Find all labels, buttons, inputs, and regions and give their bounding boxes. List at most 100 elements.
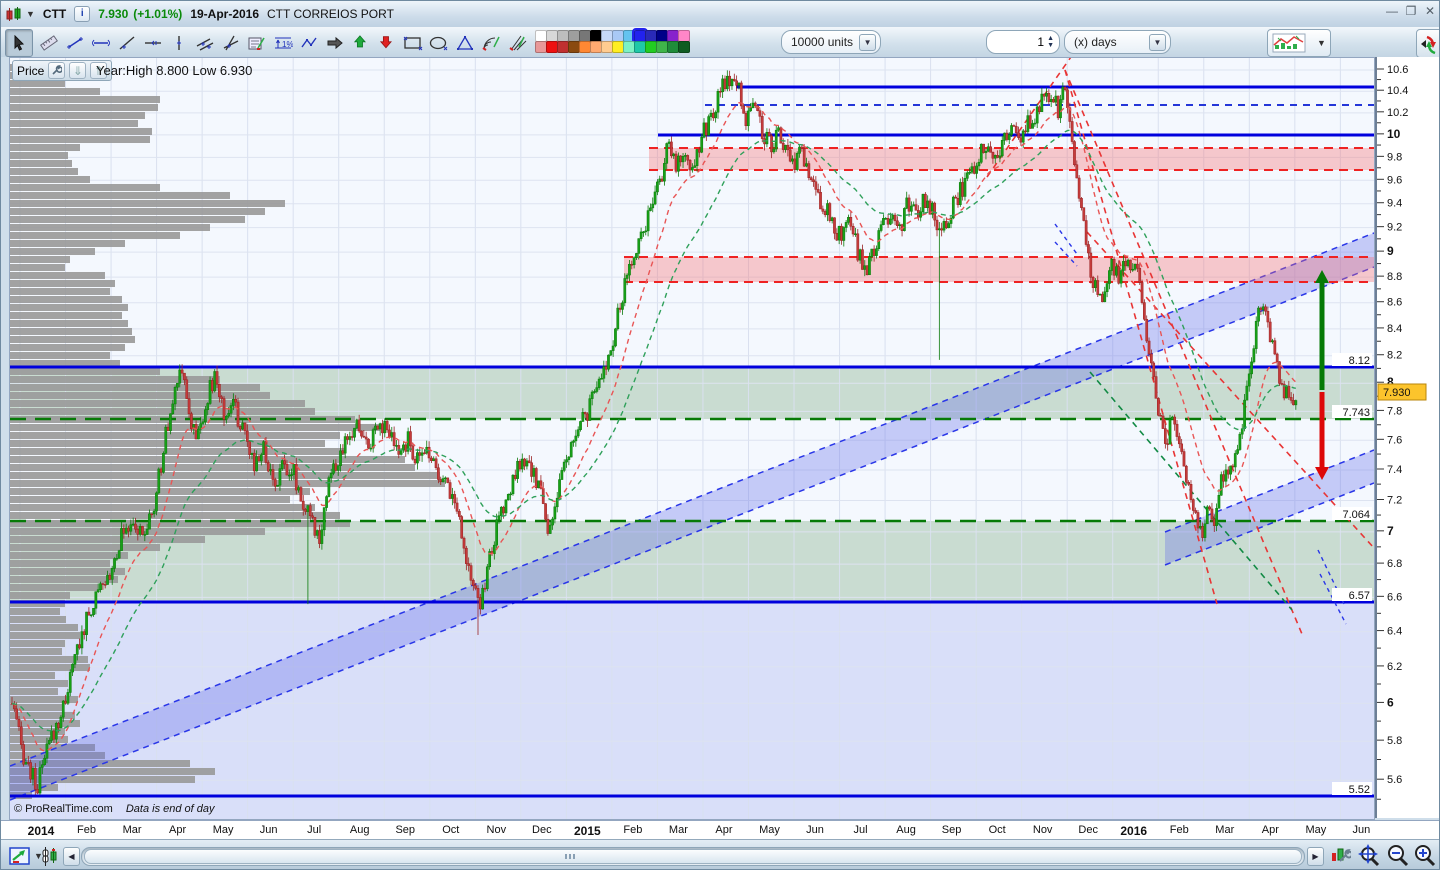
info-icon[interactable]: i xyxy=(74,6,91,22)
display-mode-icon xyxy=(9,847,30,865)
vertical-line-tool[interactable] xyxy=(165,29,193,57)
time-scrollbar[interactable] xyxy=(81,847,1305,866)
zoom-fit-button[interactable] xyxy=(1356,844,1382,868)
scroll-right-button[interactable]: ▶ xyxy=(1307,847,1324,866)
ruler-tool[interactable] xyxy=(35,29,63,57)
time-axis-label: Jun xyxy=(806,824,824,836)
quote-date: 19-Apr-2016 xyxy=(190,7,260,21)
volume-profile-bar xyxy=(10,96,160,103)
arrow-right-tool[interactable] xyxy=(321,29,349,57)
data-note: Data is end of day xyxy=(125,803,215,815)
arrow-up-tool[interactable] xyxy=(347,29,375,57)
volume-profile-bar xyxy=(10,240,125,247)
trendline-tool[interactable] xyxy=(113,29,141,57)
collapse-panel-tab[interactable] xyxy=(1416,29,1439,58)
color-palette xyxy=(535,28,690,53)
restore-icon[interactable]: ❐ xyxy=(1404,4,1418,18)
volume-profile-bar xyxy=(10,664,90,671)
zoom-fit-icon xyxy=(1358,844,1380,867)
ellipse-tool[interactable] xyxy=(425,29,453,57)
chevron-down-icon[interactable]: ▼ xyxy=(1149,33,1166,51)
time-axis-label: Feb xyxy=(1169,824,1189,836)
candlestick-chart[interactable]: 8.12 7.743 7.064 6.57 5.52 xyxy=(9,43,1375,819)
chart-settings-icon xyxy=(1332,848,1351,862)
color-swatch[interactable] xyxy=(678,41,690,53)
segment-tool[interactable] xyxy=(61,29,89,57)
horizontal-ray-tool[interactable] xyxy=(139,29,167,57)
year-high-low: Year:High 8.800 Low 6.930 xyxy=(96,63,253,78)
time-axis-label: Dec xyxy=(532,824,552,836)
timeframe-select[interactable]: (x) days ▼ xyxy=(1064,30,1171,54)
zoom-out-button[interactable] xyxy=(1386,844,1410,868)
trading-app-window: ▼ CTT i 7.930 (+1.01%) 19-Apr-2016 CTT C… xyxy=(0,0,1440,870)
volume-profile-bar xyxy=(10,144,80,151)
triangle-tool[interactable] xyxy=(451,29,479,57)
chart-area: 8.12 7.743 7.064 6.57 5.52 Price ⇓ ⇑ Year:Hi… xyxy=(1,43,1439,842)
volume-profile-bar xyxy=(10,560,110,567)
pointer-tool[interactable] xyxy=(5,29,33,57)
price-axis[interactable]: 5.6 5.8 6 6.2 6.4 6.6 6.8 7 7.2 7.4 7.6 7.8 8 8.2 8.4 8… xyxy=(1375,57,1439,818)
wrench-icon[interactable] xyxy=(48,62,66,79)
percent-retracement-tool[interactable]: 1% xyxy=(269,29,297,57)
axis-tick-label: 5.6 xyxy=(1387,774,1402,786)
axis-tick-label: 5.8 xyxy=(1387,735,1402,747)
volume-profile-bar xyxy=(10,384,260,391)
axis-tick-label: 8.2 xyxy=(1387,350,1402,362)
axis-tick-label: 8.4 xyxy=(1387,323,1402,335)
period-spinner[interactable]: ▲▼ xyxy=(986,30,1060,54)
crossing-lines-tool[interactable] xyxy=(217,29,245,57)
fan-arc-tool[interactable] xyxy=(477,29,505,57)
axis-tick-label: 7.4 xyxy=(1387,464,1402,476)
resistance-8.9 xyxy=(624,257,1374,282)
price-plot[interactable]: 8.12 7.743 7.064 6.57 5.52 Price ⇓ ⇑ Year:Hi… xyxy=(9,43,1375,820)
speed-lines-tool[interactable] xyxy=(503,29,531,57)
volume-profile-bar xyxy=(10,472,440,479)
title-bar: ▼ CTT i 7.930 (+1.01%) 19-Apr-2016 CTT C… xyxy=(1,1,1439,28)
volume-profile-bar xyxy=(10,720,80,727)
provider-credit: © ProRealTime.com xyxy=(14,803,113,815)
scroll-left-button[interactable]: ◀ xyxy=(63,847,80,866)
chart-style-button[interactable]: ▼ xyxy=(1267,29,1331,57)
volume-profile-bar xyxy=(10,736,68,743)
volume-profile-bar xyxy=(10,160,72,167)
chevron-down-icon[interactable]: ▼ xyxy=(1317,38,1326,48)
rectangle-tool[interactable] xyxy=(399,29,427,57)
parallel-channel-tool[interactable] xyxy=(191,29,219,57)
price-marker-tool[interactable] xyxy=(243,29,271,57)
minimize-icon[interactable]: — xyxy=(1385,4,1399,18)
volume-profile-bar xyxy=(10,336,135,343)
horizontal-segment-tool[interactable] xyxy=(87,29,115,57)
level-label: 7.064 xyxy=(1342,509,1370,521)
volume-profile-bar xyxy=(10,224,210,231)
volume-profile-bar xyxy=(10,328,132,335)
zigzag-tool[interactable] xyxy=(295,29,323,57)
chevron-down-icon[interactable]: ▼ xyxy=(859,33,877,51)
svg-text:1%: 1% xyxy=(282,40,293,49)
last-price-text: 7.930 xyxy=(98,7,129,21)
volume-profile-bar xyxy=(10,176,90,183)
units-select[interactable]: 10000 units ▼ xyxy=(781,30,882,54)
volume-profile-bar xyxy=(10,216,245,223)
zoom-in-button[interactable] xyxy=(1413,844,1437,868)
move-pane-down-icon[interactable]: ⇓ xyxy=(69,62,87,79)
scrollbar-thumb[interactable] xyxy=(84,849,1302,864)
volume-profile-bar xyxy=(10,640,65,647)
axis-tick-label: 6.8 xyxy=(1387,558,1402,570)
close-icon[interactable]: ✕ xyxy=(1423,4,1437,18)
chart-preview-icon xyxy=(1272,33,1306,53)
volume-profile-bar xyxy=(10,272,105,279)
chart-settings-button[interactable] xyxy=(1329,844,1351,868)
time-axis-label: Jun xyxy=(1352,824,1371,836)
spinner-arrows-icon[interactable]: ▲ ▼ xyxy=(1047,35,1059,49)
period-input[interactable] xyxy=(987,34,1048,50)
volume-profile-bar xyxy=(10,440,325,447)
volume-profile-bar xyxy=(10,248,95,255)
arrow-down-tool[interactable] xyxy=(373,29,401,57)
volume-profile-bar xyxy=(10,312,122,319)
display-mode-button[interactable]: ▼ xyxy=(9,844,43,868)
symbol-dropdown-icon[interactable]: ▼ xyxy=(26,9,35,19)
volume-profile-bar xyxy=(10,536,205,543)
time-axis-label: Nov xyxy=(1032,824,1053,836)
volume-profile-bar xyxy=(10,80,65,87)
time-axis-label: Sep xyxy=(395,824,416,836)
